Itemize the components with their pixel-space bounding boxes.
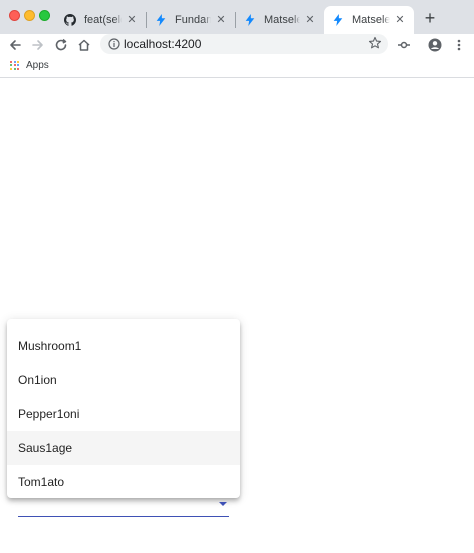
tab-title: Matselectt	[264, 14, 300, 26]
tab-title: Matselectt	[352, 14, 390, 26]
select-dropdown-panel: Mushroom1 On1ion Pepper1oni Saus1age Tom…	[7, 319, 240, 498]
bookmarks-bar: Apps	[0, 56, 474, 78]
tab-fundamentals[interactable]: Fundamen ✕	[147, 6, 235, 34]
tab-close-icon[interactable]: ✕	[304, 14, 316, 26]
tab-title: feat(select	[84, 14, 122, 26]
select-option-onion[interactable]: On1ion	[7, 363, 240, 397]
stackblitz-icon	[155, 14, 167, 26]
forward-arrow-icon	[32, 40, 43, 50]
window-maximize-button[interactable]	[39, 10, 50, 21]
url-text: localhost:4200	[124, 37, 202, 51]
apps-grid-icon	[10, 60, 20, 71]
tab-close-icon[interactable]: ✕	[126, 14, 138, 26]
new-tab-button[interactable]: +	[420, 8, 440, 28]
forward-button[interactable]	[28, 35, 48, 55]
info-icon[interactable]	[108, 38, 120, 50]
select-option-tomato[interactable]: Tom1ato	[7, 465, 240, 498]
page-viewport: Mushroom1 On1ion Pepper1oni Saus1age Tom…	[0, 79, 474, 553]
home-button[interactable]	[74, 35, 94, 55]
bookmark-star-icon[interactable]	[368, 36, 382, 50]
apps-label: Apps	[26, 60, 49, 71]
tab-feat-select[interactable]: feat(select ✕	[56, 6, 146, 34]
more-vert-icon	[457, 39, 461, 51]
browser-window: feat(select ✕ Fundamen ✕ Matselectt ✕	[0, 0, 474, 553]
address-bar[interactable]: localhost:4200	[100, 34, 388, 54]
stackblitz-icon	[244, 14, 256, 26]
tab-matselect-active[interactable]: Matselectt ✕	[324, 6, 414, 34]
select-underline	[18, 516, 229, 517]
tab-strip: feat(select ✕ Fundamen ✕ Matselectt ✕	[0, 0, 474, 34]
select-option-pepperoni[interactable]: Pepper1oni	[7, 397, 240, 431]
apps-shortcut[interactable]: Apps	[10, 60, 49, 71]
tab-matselect[interactable]: Matselectt ✕	[236, 6, 324, 34]
browser-toolbar: localhost:4200	[0, 34, 474, 56]
avatar-icon	[428, 38, 442, 52]
extension-button[interactable]	[394, 35, 414, 55]
menu-button[interactable]	[449, 35, 469, 55]
select-option-sausage[interactable]: Saus1age	[7, 431, 240, 465]
home-icon	[78, 39, 90, 51]
profile-button[interactable]	[425, 35, 445, 55]
stackblitz-icon	[332, 14, 344, 26]
tab-title: Fundamen	[175, 14, 211, 26]
back-button[interactable]	[5, 35, 25, 55]
select-option-mushroom[interactable]: Mushroom1	[7, 329, 240, 363]
dropdown-arrow-icon[interactable]	[219, 502, 227, 506]
back-arrow-icon	[10, 40, 21, 50]
reload-button[interactable]	[51, 35, 71, 55]
tab-close-icon[interactable]: ✕	[215, 14, 227, 26]
commit-icon	[398, 41, 410, 49]
window-close-button[interactable]	[9, 10, 20, 21]
github-icon	[64, 14, 76, 26]
window-minimize-button[interactable]	[24, 10, 35, 21]
tab-close-icon[interactable]: ✕	[394, 14, 406, 26]
reload-icon	[55, 38, 67, 51]
